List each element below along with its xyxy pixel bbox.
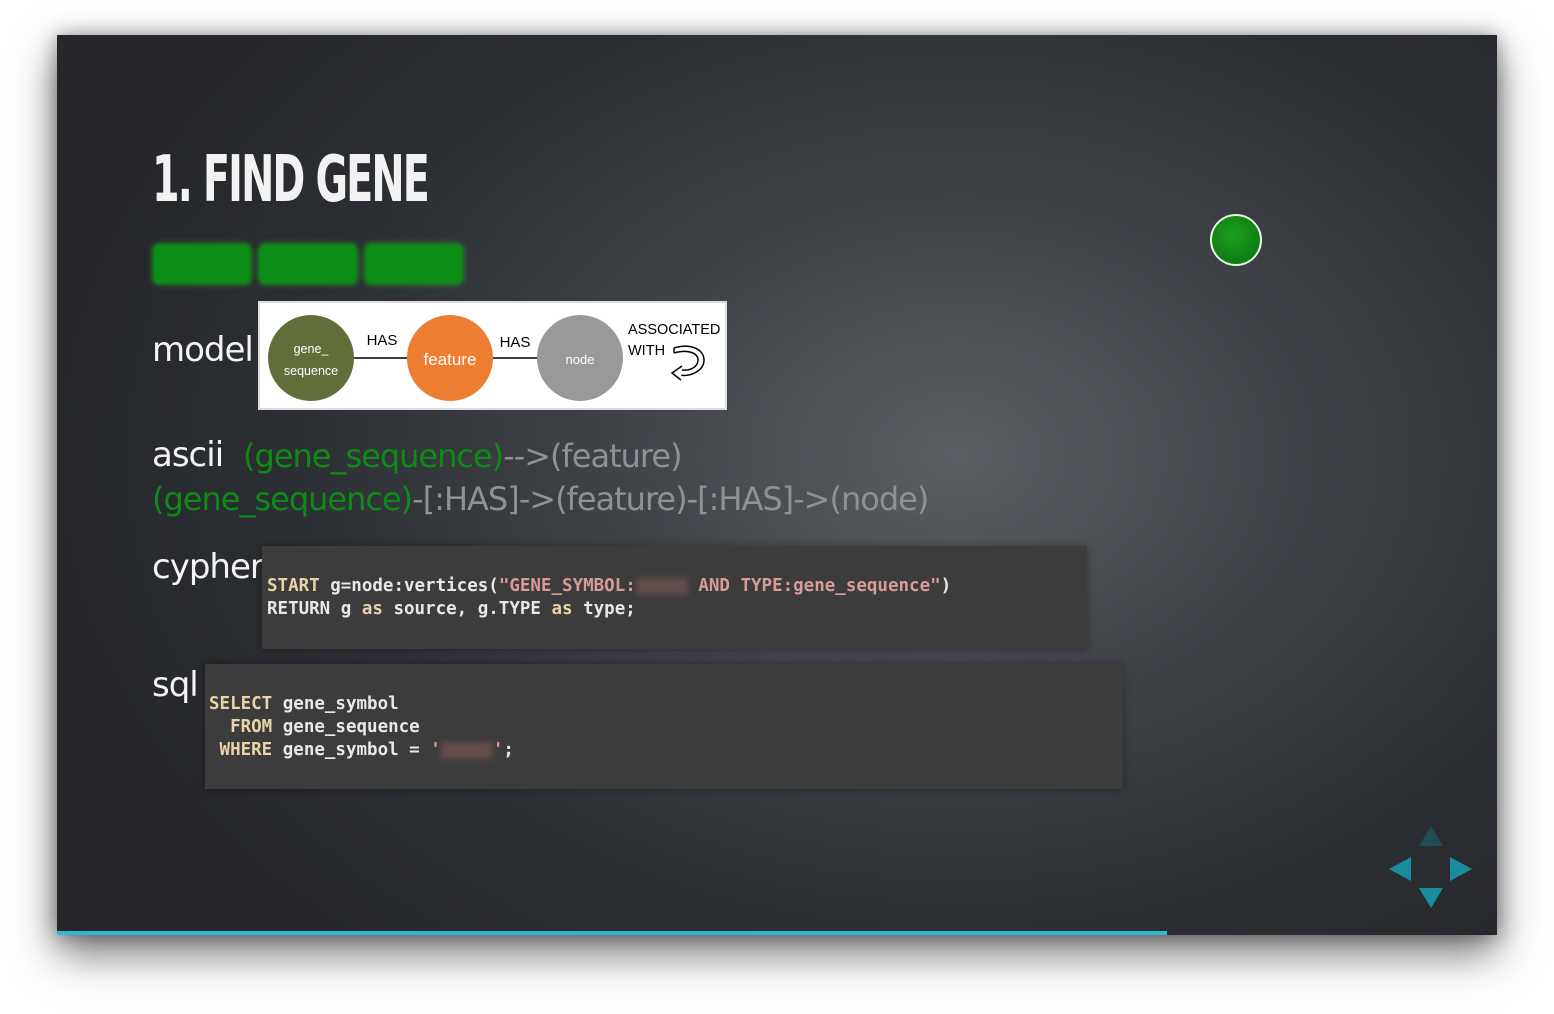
nav-down-arrow-icon[interactable] bbox=[1417, 888, 1445, 910]
redacted-value bbox=[635, 577, 688, 595]
progress-bar bbox=[57, 931, 1497, 935]
redacted-badge bbox=[365, 244, 463, 284]
code-text: type; bbox=[572, 599, 636, 619]
code-string: "GENE_SYMBOL: bbox=[498, 576, 636, 596]
code-string: AND TYPE:gene_sequence" bbox=[687, 576, 941, 596]
code-text: ) bbox=[940, 576, 952, 596]
presentation-window: 1. FIND GENE model gene_ sequence featur… bbox=[57, 35, 1497, 935]
cypher-label: cypher bbox=[152, 547, 264, 587]
code-keyword: as bbox=[361, 599, 383, 619]
code-text: gene_symbol bbox=[272, 694, 399, 714]
self-loop-label: WITH bbox=[628, 343, 665, 359]
ascii-green-segment: (gene_sequence) bbox=[243, 437, 504, 475]
redacted-badge bbox=[153, 244, 251, 284]
code-text: source, g.TYPE bbox=[382, 599, 552, 619]
code-keyword: START bbox=[267, 576, 320, 596]
ascii-segment: -->(feature) bbox=[503, 437, 682, 475]
code-text: gene_sequence bbox=[272, 717, 420, 737]
code-text: g=node:vertices( bbox=[319, 576, 499, 596]
nav-up-arrow-icon[interactable] bbox=[1417, 826, 1445, 848]
node-label: feature bbox=[424, 350, 477, 369]
self-loop-arrow-icon bbox=[670, 345, 705, 381]
code-string: ' bbox=[492, 740, 504, 760]
ascii-line-1: (gene_sequence)-->(feature) bbox=[243, 437, 683, 475]
code-text: ; bbox=[503, 740, 514, 760]
code-keyword: as bbox=[551, 599, 573, 619]
model-label: model bbox=[152, 330, 254, 370]
slide-title: 1. FIND GENE bbox=[152, 143, 430, 217]
redacted-badge-group bbox=[153, 244, 463, 284]
code-keyword: FROM bbox=[209, 717, 273, 737]
ascii-line-2: (gene_sequence)-[:HAS]->(feature)-[:HAS]… bbox=[152, 480, 929, 518]
self-loop-label: ASSOCIATED bbox=[628, 322, 720, 338]
code-text: gene_symbol = bbox=[272, 740, 431, 760]
node-label: sequence bbox=[284, 364, 338, 378]
node-label: node bbox=[566, 352, 595, 367]
ascii-label: ascii bbox=[152, 435, 224, 475]
status-indicator bbox=[1210, 214, 1262, 266]
nav-right-arrow-icon[interactable] bbox=[1450, 855, 1474, 883]
nav-left-arrow-icon[interactable] bbox=[1389, 855, 1413, 883]
code-string: ' bbox=[430, 740, 441, 760]
ascii-green-segment: (gene_sequence) bbox=[152, 480, 413, 518]
redacted-value bbox=[440, 741, 493, 759]
progress-fill bbox=[57, 931, 1168, 935]
redacted-badge bbox=[259, 244, 357, 284]
model-diagram: gene_ sequence feature node HAS HAS ASSO… bbox=[258, 301, 727, 410]
code-text: RETURN g bbox=[267, 599, 362, 619]
edge-label: HAS bbox=[500, 334, 531, 351]
gene-sequence-node bbox=[268, 315, 354, 401]
cypher-code-block[interactable]: START g=node:vertices("GENE_SYMBOL: AND … bbox=[262, 546, 1087, 649]
ascii-segment: -[:HAS]->(feature)-[:HAS]->(node) bbox=[412, 480, 929, 518]
code-keyword: WHERE bbox=[209, 740, 273, 760]
code-keyword: SELECT bbox=[209, 694, 273, 714]
sql-code-block[interactable]: SELECT gene_symbol FROM gene_sequence WH… bbox=[205, 664, 1123, 789]
node-label: gene_ bbox=[294, 342, 330, 356]
edge-label: HAS bbox=[367, 332, 398, 349]
sql-label: sql bbox=[152, 665, 199, 705]
